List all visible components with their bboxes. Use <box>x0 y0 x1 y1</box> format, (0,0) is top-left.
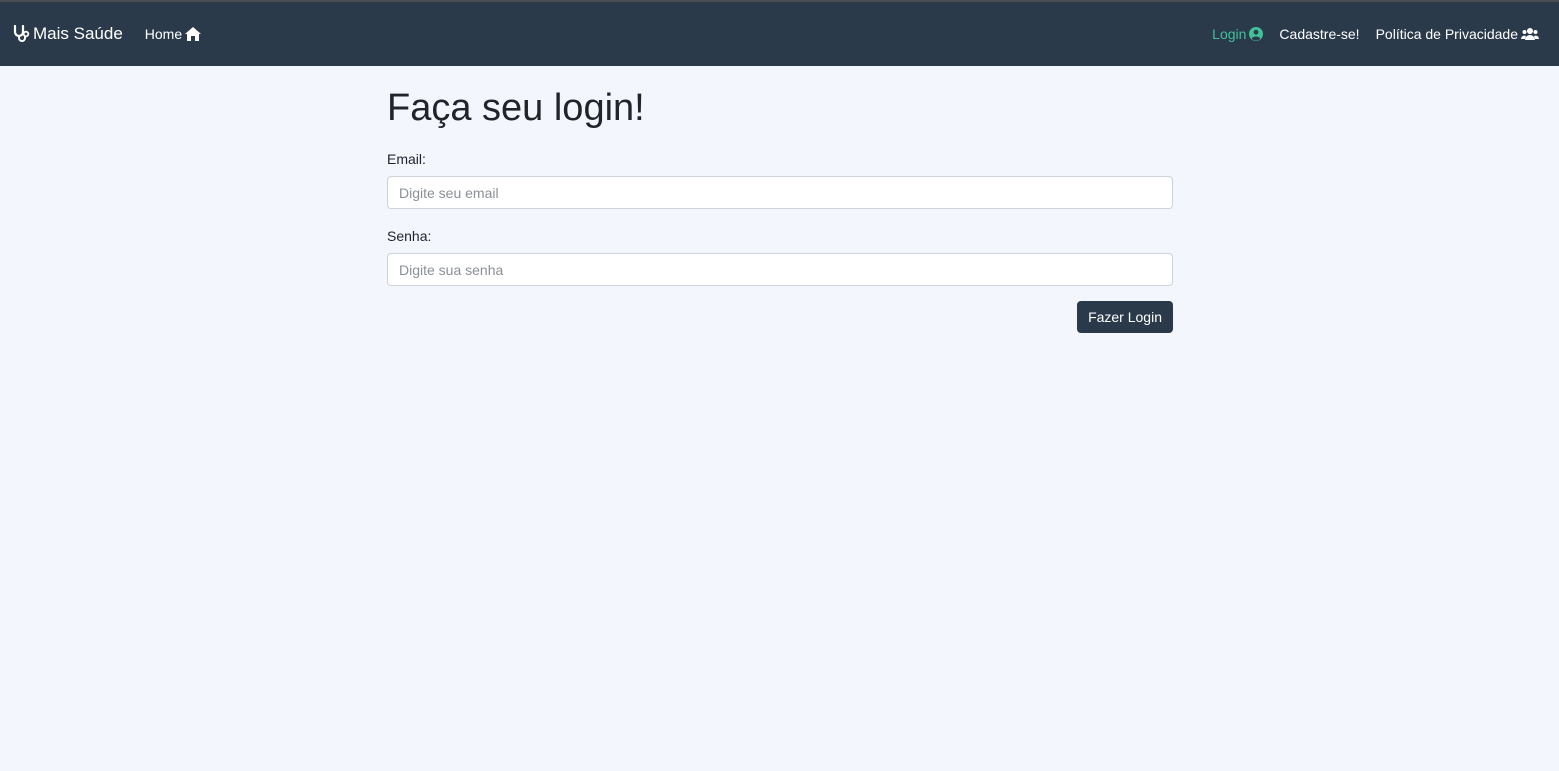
nav-link-home[interactable]: Home <box>144 26 202 42</box>
brand-label: Mais Saúde <box>33 24 123 43</box>
email-label: Email: <box>387 151 426 167</box>
nav-link-home-label: Home <box>144 26 183 42</box>
users-icon <box>1521 27 1539 41</box>
nav-link-register-label: Cadastre-se! <box>1279 26 1360 42</box>
password-input[interactable] <box>387 253 1173 286</box>
email-input[interactable] <box>387 176 1173 209</box>
navbar-right: Login Cadastre-se! Política de Privacida… <box>1212 26 1539 42</box>
login-button[interactable]: Fazer Login <box>1077 301 1173 333</box>
user-circle-icon <box>1249 27 1264 41</box>
form-actions: Fazer Login <box>387 301 1173 333</box>
home-icon <box>185 27 202 41</box>
brand-link[interactable]: Mais Saúde <box>12 24 123 44</box>
stethoscope-icon <box>13 25 30 42</box>
password-label: Senha: <box>387 228 432 244</box>
nav-link-login[interactable]: Login <box>1212 26 1264 42</box>
navbar: Mais Saúde Home Login Cadastre-se! Polít… <box>0 2 1559 66</box>
navbar-left: Mais Saúde Home <box>12 24 202 44</box>
nav-link-register[interactable]: Cadastre-se! <box>1279 26 1359 42</box>
nav-link-privacy-label: Política de Privacidade <box>1375 26 1518 42</box>
login-container: Faça seu login! Email: Senha: Fazer Logi… <box>387 66 1173 333</box>
nav-link-privacy[interactable]: Política de Privacidade <box>1376 26 1539 42</box>
page-title: Faça seu login! <box>387 87 645 129</box>
nav-link-login-label: Login <box>1212 26 1247 42</box>
